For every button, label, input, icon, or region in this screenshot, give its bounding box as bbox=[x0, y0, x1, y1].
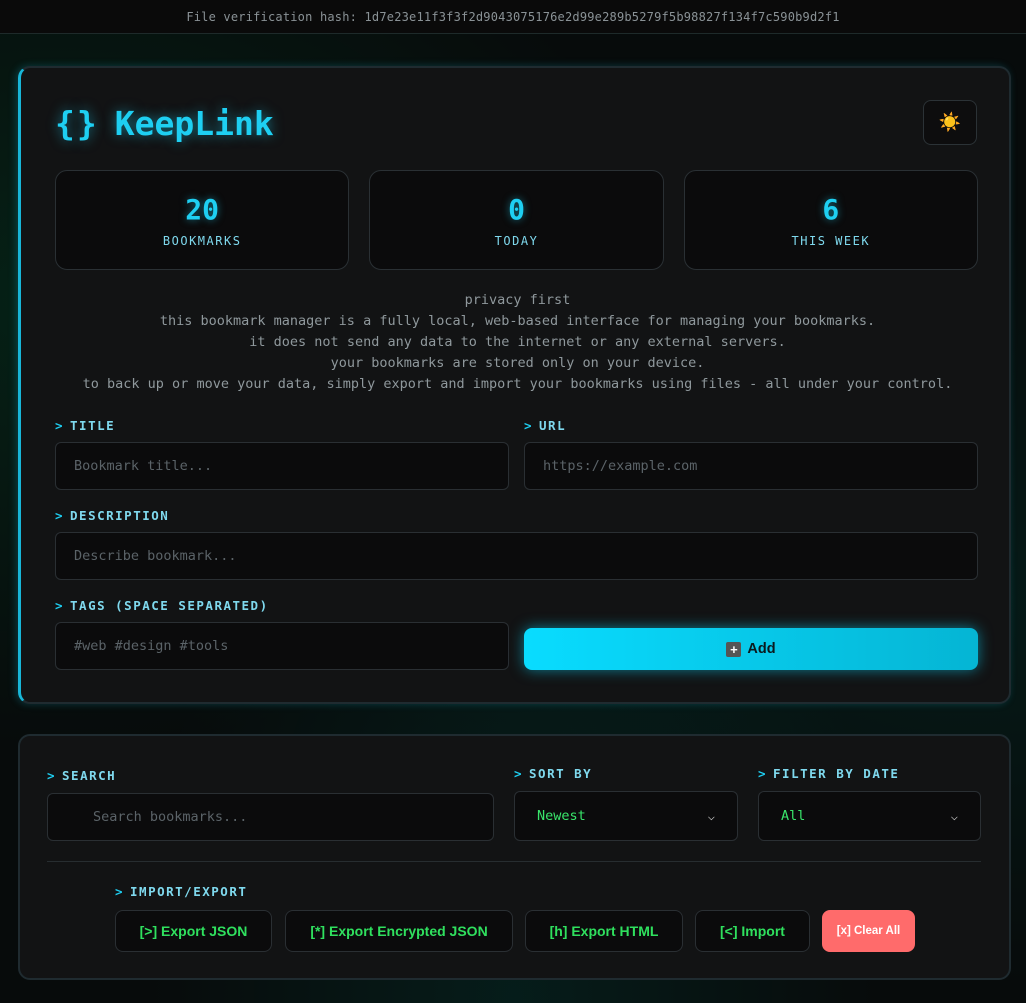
privacy-line: your bookmarks are stored only on your d… bbox=[330, 355, 705, 371]
file-hash-text: File verification hash: 1d7e23e11f3f3f2d… bbox=[186, 9, 840, 24]
add-button[interactable]: + Add bbox=[524, 628, 978, 670]
title-input[interactable] bbox=[55, 442, 509, 490]
filter-label: > FILTER BY DATE bbox=[758, 766, 900, 781]
app-logo: {} KeepLink bbox=[55, 104, 274, 143]
add-button-label: Add bbox=[747, 641, 776, 657]
privacy-line: it does not send any data to the interne… bbox=[249, 334, 786, 350]
privacy-heading: privacy first bbox=[464, 292, 571, 308]
section-divider bbox=[47, 861, 981, 862]
clear-all-button[interactable]: [x] Clear All bbox=[822, 910, 915, 952]
sort-select[interactable]: Newest ⌵ bbox=[514, 791, 738, 841]
stat-label: BOOKMARKS bbox=[162, 233, 242, 248]
chevron-down-icon: ⌵ bbox=[950, 809, 958, 823]
import-export-label: > IMPORT/EXPORT bbox=[115, 884, 248, 899]
tags-label: > TAGS (SPACE SEPARATED) bbox=[55, 598, 269, 613]
export-json-button[interactable]: [>] Export JSON bbox=[115, 910, 272, 952]
date-filter-select[interactable]: All ⌵ bbox=[758, 791, 981, 841]
stat-label: TODAY bbox=[494, 233, 539, 248]
stat-value: 20 bbox=[185, 192, 220, 226]
stat-bookmarks: 20 BOOKMARKS bbox=[55, 170, 350, 270]
description-label: > DESCRIPTION bbox=[55, 508, 170, 523]
plus-icon: + bbox=[726, 641, 742, 657]
chevron-down-icon: ⌵ bbox=[707, 809, 715, 823]
controls-panel: >SEARCH >SORT BY Newest ⌵ >FILTER BY DAT… bbox=[18, 734, 1011, 980]
sort-select-value: Newest bbox=[537, 808, 586, 824]
sort-label: > SORT BY bbox=[514, 766, 593, 781]
sun-icon: ☀️ bbox=[938, 112, 962, 133]
add-bookmark-panel: {} KeepLink ☀️ 20 BOOKMARKS 0 TODAY 6 TH… bbox=[18, 66, 1011, 704]
privacy-line: this bookmark manager is a fully local, … bbox=[159, 313, 876, 329]
search-input[interactable] bbox=[47, 793, 494, 841]
stat-label: THIS WEEK bbox=[791, 233, 871, 248]
prompt-glyph: > bbox=[55, 418, 65, 433]
prompt-glyph: > bbox=[55, 508, 65, 523]
export-html-button[interactable]: [h] Export HTML bbox=[525, 910, 683, 952]
url-label: > URL bbox=[524, 418, 567, 433]
file-hash-bar: File verification hash: 1d7e23e11f3f3f2d… bbox=[0, 0, 1026, 34]
prompt-glyph: > bbox=[514, 766, 524, 781]
stat-value: 0 bbox=[508, 192, 525, 226]
braces-icon: {} bbox=[55, 104, 99, 143]
title-label: > TITLE bbox=[55, 418, 116, 433]
prompt-glyph: > bbox=[115, 884, 125, 899]
privacy-line: to back up or move your data, simply exp… bbox=[82, 376, 953, 392]
export-encrypted-json-button[interactable]: [*] Export Encrypted JSON bbox=[285, 910, 513, 952]
import-button[interactable]: [<] Import bbox=[695, 910, 810, 952]
prompt-glyph: > bbox=[758, 766, 768, 781]
date-filter-value: All bbox=[781, 808, 806, 824]
stat-today: 0 TODAY bbox=[369, 170, 664, 270]
stat-this-week: 6 THIS WEEK bbox=[683, 170, 978, 270]
privacy-notice: privacy first this bookmark manager is a… bbox=[41, 290, 994, 395]
app-title: KeepLink bbox=[114, 104, 274, 143]
prompt-glyph: > bbox=[55, 598, 65, 613]
search-label: > SEARCH bbox=[47, 768, 117, 783]
prompt-glyph: > bbox=[524, 418, 534, 433]
description-input[interactable] bbox=[55, 532, 978, 580]
stats-row: 20 BOOKMARKS 0 TODAY 6 THIS WEEK bbox=[55, 170, 978, 270]
stat-value: 6 bbox=[822, 192, 840, 226]
prompt-glyph: > bbox=[47, 768, 57, 783]
theme-toggle-button[interactable]: ☀️ bbox=[923, 100, 977, 145]
tags-input[interactable] bbox=[55, 622, 509, 670]
url-input[interactable] bbox=[524, 442, 978, 490]
